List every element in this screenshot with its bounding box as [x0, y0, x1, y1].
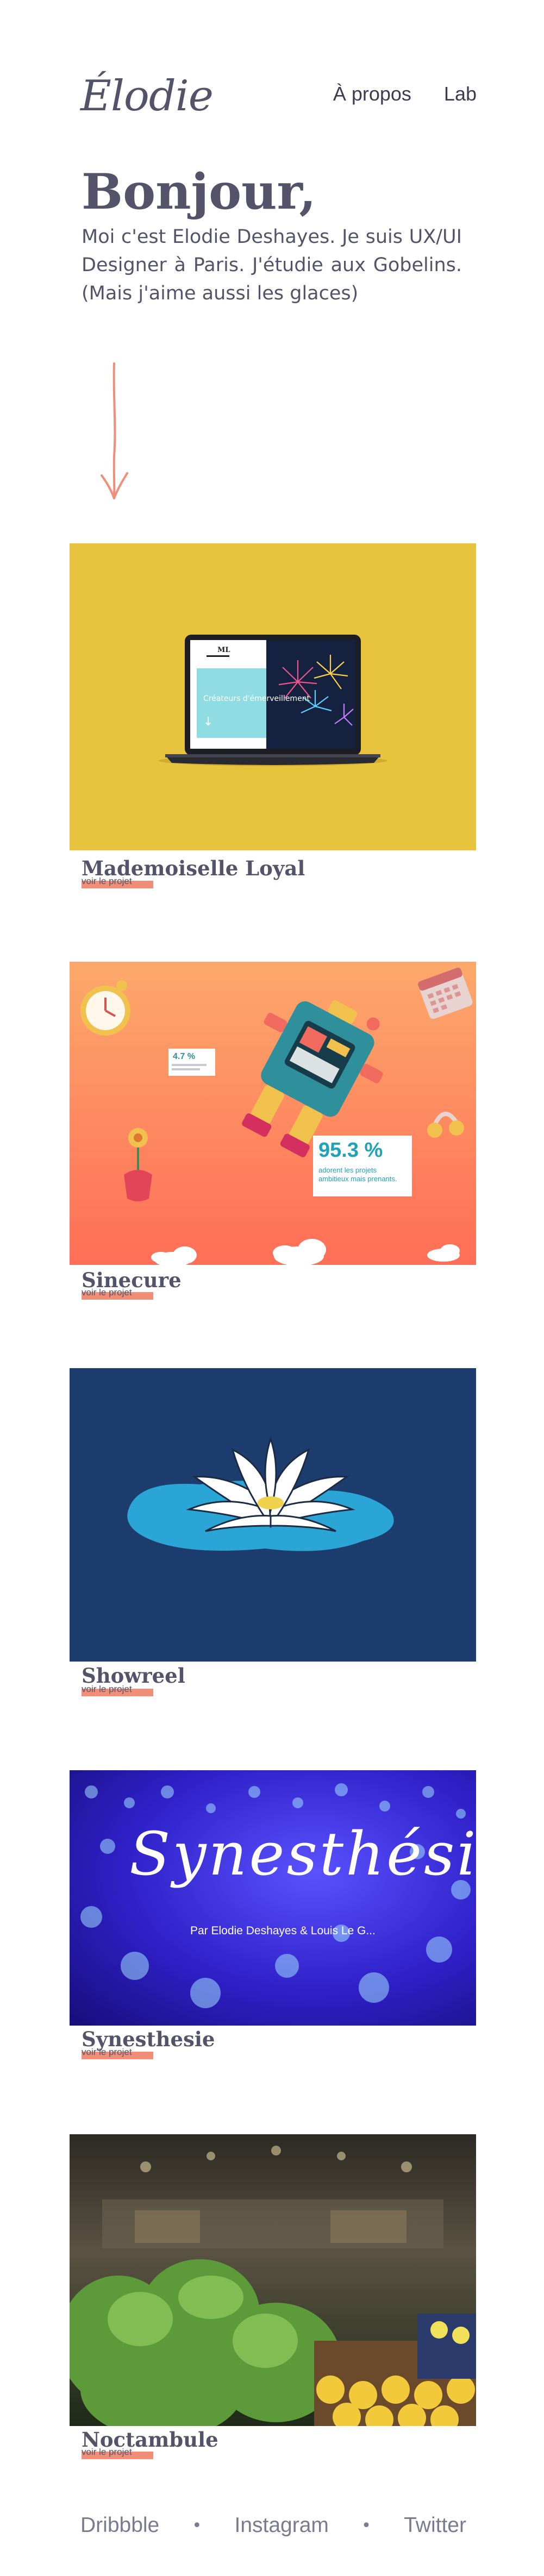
- laptop-screen-headline: Créateurs d'émerveillement: [203, 694, 310, 703]
- laptop-screen-brand: ML: [217, 646, 230, 654]
- footer-link-instagram[interactable]: Instagram: [234, 2514, 328, 2537]
- alarm-clock-icon: [80, 980, 130, 1036]
- footer-separator: •: [361, 2516, 371, 2535]
- view-project-link[interactable]: voir le projet: [82, 876, 132, 887]
- footer-social-links: Dribbble • Instagram • Twitter: [80, 2514, 466, 2537]
- stat-large-value: 95.3 %: [318, 1139, 383, 1162]
- project-card-synesthesie[interactable]: Synesthésie Par Elodie Deshayes & Louis …: [70, 1770, 476, 2059]
- view-project-link[interactable]: voir le projet: [82, 1684, 132, 1695]
- main-nav: À propos Lab: [333, 83, 477, 105]
- clouds-decoration: [151, 1239, 460, 1265]
- footer-separator: •: [192, 2516, 202, 2535]
- synesthesie-art-credits: Par Elodie Deshayes & Louis Le G...: [190, 1925, 376, 1937]
- stat-large-caption: adorent les projets ambitieux mais prena…: [318, 1166, 397, 1183]
- nav-link-a-propos[interactable]: À propos: [333, 83, 411, 105]
- project-image-noctambule[interactable]: [70, 2134, 476, 2426]
- footer-link-dribbble[interactable]: Dribbble: [80, 2514, 159, 2537]
- site-logo[interactable]: Élodie: [80, 72, 214, 121]
- project-image-sinecure[interactable]: 4.7 % 95.3 % adorent les projets ambitie…: [70, 962, 476, 1265]
- market-vegetables-photo: [70, 2146, 476, 2426]
- calendar-icon: [418, 967, 473, 1019]
- hero-title: Bonjour,: [82, 163, 316, 221]
- laptop-mockup-illustration: ML Créateurs d'émerveillement ↓: [159, 635, 387, 766]
- nav-link-lab[interactable]: Lab: [444, 83, 477, 105]
- synesthesie-art-title: Synesthésie: [129, 1819, 476, 1889]
- view-project-link[interactable]: voir le projet: [82, 2047, 132, 2058]
- scroll-down-arrow-icon: [101, 362, 128, 499]
- view-project-link[interactable]: voir le projet: [82, 1287, 132, 1298]
- headphones-icon: [427, 1112, 464, 1138]
- project-card-mademoiselle-loyal[interactable]: ML Créateurs d'émerveillement ↓ Mademois…: [70, 543, 476, 888]
- footer-link-twitter[interactable]: Twitter: [404, 2514, 466, 2537]
- project-image-mademoiselle-loyal[interactable]: ML Créateurs d'émerveillement ↓: [70, 543, 476, 850]
- lotus-flower-illustration: [127, 1436, 394, 1551]
- view-project-link[interactable]: voir le projet: [82, 2447, 132, 2458]
- project-card-noctambule[interactable]: Noctambule voir le projet: [70, 2134, 476, 2459]
- bokeh-lights-background: [80, 1783, 471, 2008]
- potted-flower-icon: [124, 1128, 152, 1201]
- project-image-synesthesie[interactable]: Synesthésie Par Elodie Deshayes & Louis …: [70, 1770, 476, 2026]
- stat-small-value: 4.7 %: [173, 1052, 195, 1061]
- project-card-sinecure[interactable]: 4.7 % 95.3 % adorent les projets ambitie…: [70, 962, 476, 1300]
- hero-intro-text: Moi c'est Elodie Deshayes. Je suis UX/UI…: [82, 226, 462, 304]
- laptop-screen-arrow: ↓: [203, 715, 213, 729]
- project-card-showreel[interactable]: Showreel voir le projet: [70, 1368, 476, 1696]
- project-image-showreel[interactable]: [70, 1368, 476, 1662]
- sinecure-illustration: [80, 967, 473, 1265]
